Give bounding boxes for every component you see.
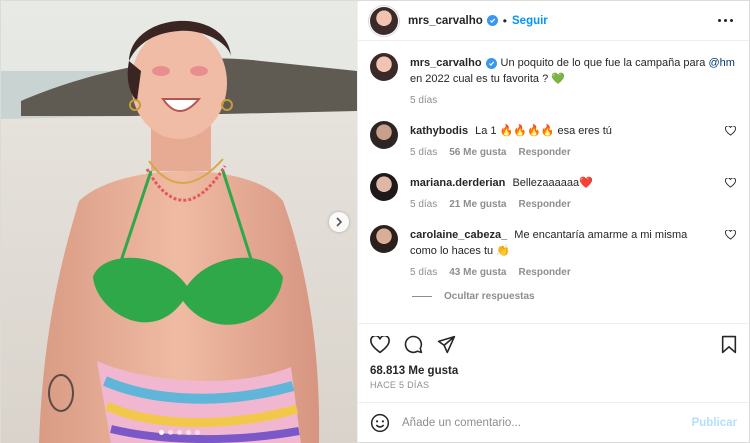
divider xyxy=(412,296,432,297)
comment-time: 5 días xyxy=(410,267,438,278)
more-options-icon[interactable] xyxy=(714,15,737,26)
share-icon[interactable] xyxy=(437,335,456,354)
verified-icon xyxy=(486,15,498,26)
reply-button[interactable]: Responder xyxy=(519,145,571,161)
action-bar xyxy=(358,323,749,365)
comment-item: kathybodis La 1 🔥🔥🔥🔥 esa eres tú 5 días … xyxy=(370,121,737,161)
caption-time: 5 días xyxy=(410,95,438,106)
avatar[interactable] xyxy=(370,6,398,35)
comment-text: La 1 🔥🔥🔥🔥 esa eres tú xyxy=(475,125,612,137)
post-details: mrs_carvalho • Seguir mrs_carvalho Un poq… xyxy=(357,1,749,442)
comment-composer: Publicar xyxy=(358,402,749,442)
avatar[interactable] xyxy=(370,225,398,253)
post-media[interactable] xyxy=(1,1,357,443)
caption-text-end: en 2022 cual es tu favorita ? 💚 xyxy=(410,73,565,85)
comment-input[interactable] xyxy=(402,416,692,429)
comment-username[interactable]: mariana.derderian xyxy=(410,177,505,189)
verified-icon xyxy=(485,57,497,69)
heart-icon[interactable] xyxy=(725,121,737,161)
heart-icon[interactable] xyxy=(370,335,390,354)
comment-time: 5 días xyxy=(410,147,438,158)
caption-username[interactable]: mrs_carvalho xyxy=(410,57,482,69)
avatar[interactable] xyxy=(370,121,398,149)
mention-link[interactable]: @hm xyxy=(708,57,734,69)
likes-count[interactable]: 68.813 Me gusta xyxy=(358,365,749,377)
bookmark-icon[interactable] xyxy=(721,335,737,354)
comment-username[interactable]: carolaine_cabeza_ xyxy=(410,229,507,241)
comment-username[interactable]: kathybodis xyxy=(410,125,468,137)
carousel-dot xyxy=(158,430,164,435)
heart-icon[interactable] xyxy=(725,225,737,281)
follow-button[interactable]: Seguir xyxy=(512,15,548,27)
next-slide-button[interactable] xyxy=(329,212,349,232)
comments-section: mrs_carvalho Un poquito de lo que fue la … xyxy=(358,41,749,323)
hide-replies-button[interactable]: Ocultar respuestas xyxy=(412,291,737,302)
publish-button[interactable]: Publicar xyxy=(692,417,737,429)
reply-button[interactable]: Responder xyxy=(519,197,571,213)
reply-button[interactable]: Responder xyxy=(519,265,571,281)
caption: mrs_carvalho Un poquito de lo que fue la … xyxy=(370,53,737,109)
carousel-dot xyxy=(185,430,191,435)
hide-replies-label: Ocultar respuestas xyxy=(444,291,535,302)
avatar[interactable] xyxy=(370,173,398,201)
comment-item: mariana.derderian Bellezaaaaaa❤️ 5 días … xyxy=(370,173,737,213)
header-separator: • xyxy=(502,13,507,28)
author-username[interactable]: mrs_carvalho xyxy=(408,15,483,27)
post-header: mrs_carvalho • Seguir xyxy=(358,1,749,41)
caption-text: Un poquito de lo que fue la campaña para xyxy=(500,57,709,69)
post-time: HACE 5 DÍAS xyxy=(370,380,430,390)
carousel-indicator xyxy=(1,430,357,435)
emoji-icon[interactable] xyxy=(370,413,390,433)
comment-item: carolaine_cabeza_ Me encantaría amarme a… xyxy=(370,225,737,281)
comment-likes[interactable]: 21 Me gusta xyxy=(449,197,506,213)
carousel-dot xyxy=(194,430,200,435)
post-photo xyxy=(1,1,357,443)
chevron-right-icon xyxy=(336,217,343,227)
comment-text: Bellezaaaaaa❤️ xyxy=(512,177,593,189)
comment-likes[interactable]: 56 Me gusta xyxy=(449,145,506,161)
comment-likes[interactable]: 43 Me gusta xyxy=(449,265,506,281)
carousel-dot xyxy=(176,430,182,435)
avatar[interactable] xyxy=(370,53,398,81)
comment-time: 5 días xyxy=(410,199,438,210)
heart-icon[interactable] xyxy=(725,173,737,213)
post-dialog: mrs_carvalho • Seguir mrs_carvalho Un poq… xyxy=(0,0,750,443)
comment-icon[interactable] xyxy=(404,335,423,354)
carousel-dot xyxy=(167,430,173,435)
